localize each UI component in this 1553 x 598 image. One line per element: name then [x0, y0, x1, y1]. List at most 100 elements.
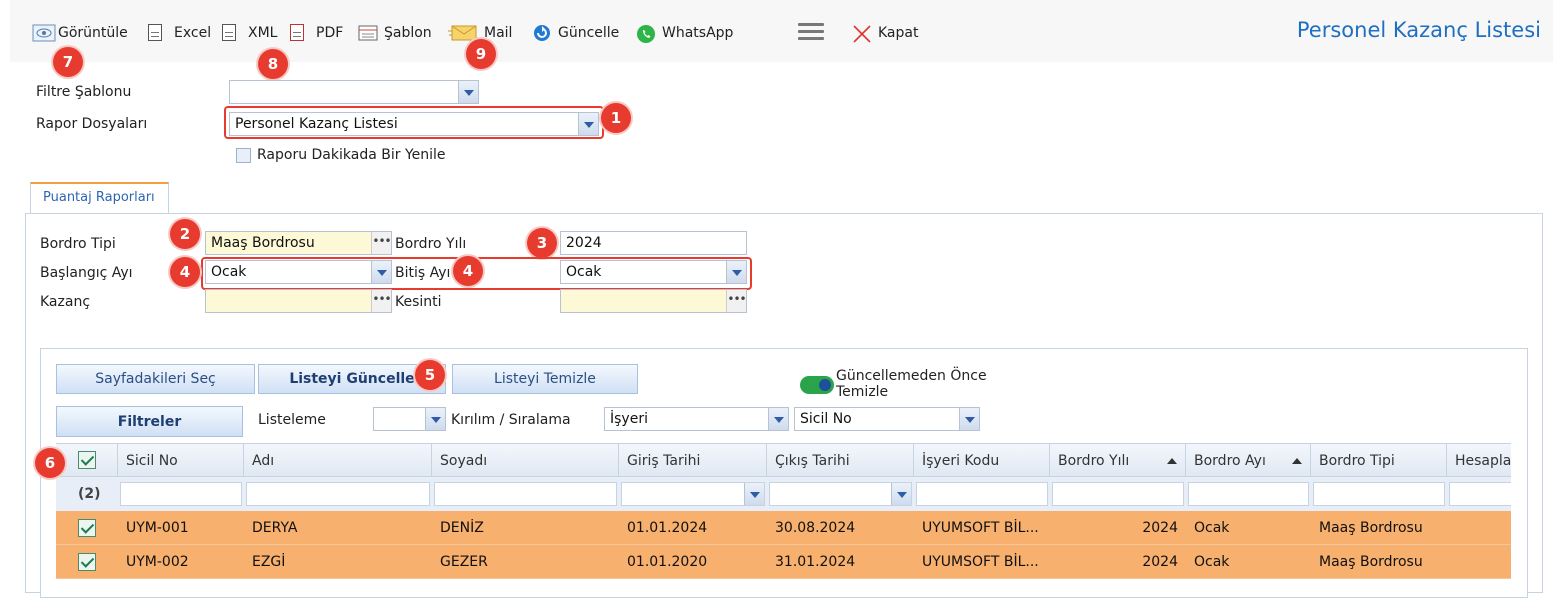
- chevron-down-icon[interactable]: [959, 408, 979, 430]
- step-badge-7: 7: [53, 47, 83, 77]
- chevron-down-icon[interactable]: [768, 408, 788, 430]
- filter-bordro-ayi[interactable]: [1188, 482, 1309, 506]
- col-header-bordro-ayi[interactable]: Bordro Ayı: [1186, 444, 1311, 478]
- grid-filter-row: (2): [56, 477, 1511, 511]
- more-dots-icon[interactable]: •••: [371, 232, 392, 254]
- cell-isyeri-kodu: UYUMSOFT BİL...: [922, 520, 1039, 536]
- end-month-label: Bitiş Ayı: [395, 265, 451, 281]
- table-row[interactable]: UYM-001 DERYA DENİZ 01.01.2024 30.08.202…: [56, 511, 1511, 545]
- col-header-adi[interactable]: Adı: [244, 444, 432, 478]
- filter-adi[interactable]: [246, 482, 430, 506]
- chevron-down-icon[interactable]: [578, 113, 598, 135]
- cell-cikis-tarihi: 31.01.2024: [775, 554, 856, 570]
- clear-list-button[interactable]: Listeyi Temizle: [452, 364, 638, 394]
- refresh-button[interactable]: Güncelle: [532, 22, 619, 44]
- cell-soyadi: DENİZ: [440, 520, 484, 536]
- chevron-down-icon[interactable]: [891, 483, 911, 505]
- template-label: Şablon: [384, 25, 432, 41]
- payroll-year-field[interactable]: 2024: [560, 231, 747, 255]
- end-month-select[interactable]: Ocak: [560, 260, 747, 284]
- filter-soyadi[interactable]: [434, 482, 617, 506]
- breakdown-label: Kırılım / Sıralama: [451, 412, 571, 428]
- sort-ascending-icon: [1167, 458, 1177, 464]
- cell-cikis-tarihi: 30.08.2024: [775, 520, 856, 536]
- select-page-button[interactable]: Sayfadakileri Seç: [56, 364, 255, 394]
- filter-isyeri-kodu[interactable]: [916, 482, 1048, 506]
- col-header-bordro-tipi[interactable]: Bordro Tipi: [1311, 444, 1447, 478]
- col-header-isyeri-kodu[interactable]: İşyeri Kodu: [914, 444, 1050, 478]
- col-header-soyadi[interactable]: Soyadı: [432, 444, 619, 478]
- whatsapp-label: WhatsApp: [662, 25, 734, 41]
- chevron-down-icon[interactable]: [744, 483, 764, 505]
- pdf-file-icon: [290, 24, 310, 42]
- step-badge-2: 2: [170, 219, 200, 249]
- step-badge-5: 5: [415, 360, 445, 390]
- excel-file-icon: [148, 24, 168, 42]
- cell-bordro-tipi: Maaş Bordrosu: [1319, 554, 1423, 570]
- col-header-cikis-tarihi[interactable]: Çıkış Tarihi: [767, 444, 914, 478]
- auto-refresh-checkbox[interactable]: [236, 148, 251, 163]
- select-all-checkbox[interactable]: [78, 451, 96, 469]
- step-badge-8: 8: [258, 49, 288, 79]
- filter-cikis-tarihi[interactable]: [769, 482, 912, 506]
- personnel-grid: Sicil No Adı Soyadı Giriş Tarihi Çıkış T…: [56, 443, 1511, 583]
- refresh-icon: [532, 24, 552, 42]
- close-button[interactable]: Kapat: [852, 22, 918, 44]
- deduction-field[interactable]: •••: [560, 289, 747, 313]
- mail-label: Mail: [484, 25, 513, 41]
- chevron-down-icon[interactable]: [371, 261, 391, 283]
- filter-bordro-yili[interactable]: [1052, 482, 1184, 506]
- chevron-down-icon[interactable]: [726, 261, 746, 283]
- excel-button[interactable]: Excel: [148, 22, 211, 44]
- more-dots-icon[interactable]: •••: [371, 290, 392, 312]
- breakdown-select-1[interactable]: İşyeri: [604, 407, 789, 431]
- view-button[interactable]: Görüntüle: [32, 22, 128, 44]
- row-checkbox[interactable]: [78, 553, 96, 571]
- listing-select[interactable]: [373, 407, 446, 431]
- pdf-button[interactable]: PDF: [290, 22, 343, 44]
- close-icon: [852, 24, 872, 43]
- col-header-bordro-yili[interactable]: Bordro Yılı: [1050, 444, 1186, 478]
- report-files-select[interactable]: Personel Kazanç Listesi: [229, 112, 599, 136]
- more-dots-icon[interactable]: •••: [726, 290, 747, 312]
- cell-giris-tarihi: 01.01.2024: [627, 520, 708, 536]
- template-icon: [358, 24, 378, 42]
- payroll-year-value: 2024: [566, 235, 602, 251]
- row-checkbox[interactable]: [78, 519, 96, 537]
- start-month-label: Başlangıç Ayı: [40, 265, 133, 281]
- col-header-giris-tarihi[interactable]: Giriş Tarihi: [619, 444, 767, 478]
- clear-before-update-label: Güncellemeden Önce Temizle: [836, 368, 987, 400]
- filter-template-select[interactable]: [229, 80, 479, 104]
- clear-before-update-toggle[interactable]: [800, 376, 834, 394]
- deduction-label: Kesinti: [395, 294, 442, 310]
- cell-sicil-no: UYM-002: [126, 554, 189, 570]
- xml-button[interactable]: XML: [222, 22, 277, 44]
- filter-giris-tarihi[interactable]: [621, 482, 765, 506]
- earning-label: Kazanç: [40, 294, 91, 310]
- auto-refresh-label: Raporu Dakikada Bir Yenile: [257, 147, 446, 163]
- filters-button[interactable]: Filtreler: [56, 406, 243, 437]
- whatsapp-button[interactable]: WhatsApp: [636, 22, 733, 44]
- chevron-down-icon[interactable]: [458, 81, 478, 103]
- menu-icon[interactable]: [798, 19, 824, 41]
- table-row[interactable]: UYM-002 EZGİ GEZER 01.01.2020 31.01.2024…: [56, 545, 1511, 579]
- start-month-value: Ocak: [211, 264, 247, 280]
- payroll-type-field[interactable]: Maaş Bordrosu •••: [205, 231, 392, 255]
- report-files-value: Personel Kazanç Listesi: [235, 116, 398, 132]
- pdf-label: PDF: [316, 25, 344, 41]
- tab-payroll-reports[interactable]: Puantaj Raporları: [30, 182, 169, 214]
- row-count-label: (2): [78, 486, 101, 502]
- start-month-select[interactable]: Ocak: [205, 260, 392, 284]
- col-header-sicil-no[interactable]: Sicil No: [118, 444, 244, 478]
- template-button[interactable]: Şablon: [358, 22, 432, 44]
- breakdown-select-2[interactable]: Sicil No: [794, 407, 980, 431]
- filter-sicil-no[interactable]: [120, 482, 242, 506]
- chevron-down-icon[interactable]: [425, 408, 445, 430]
- filter-bordro-tipi[interactable]: [1313, 482, 1445, 506]
- col-header-bordro-ayi-label: Bordro Ayı: [1194, 453, 1266, 469]
- col-header-hesaplan[interactable]: Hesaplan: [1447, 444, 1511, 478]
- filter-hesaplan[interactable]: [1449, 482, 1511, 506]
- xml-file-icon: [222, 24, 242, 42]
- header-select-all[interactable]: [56, 444, 118, 478]
- earning-field[interactable]: •••: [205, 289, 392, 313]
